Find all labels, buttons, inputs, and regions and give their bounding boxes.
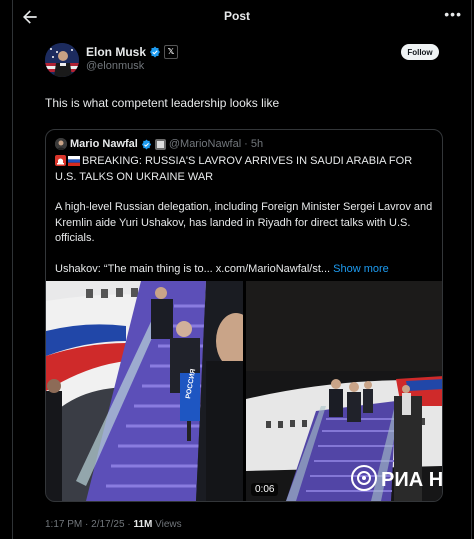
quoted-paragraph: A high-level Russian delegation, includi… xyxy=(55,201,433,244)
quoted-post-header: Mario Nawfal @MarioNawfal · 5h xyxy=(55,138,263,150)
author-handle[interactable]: @elonmusk xyxy=(86,60,144,72)
more-options-icon[interactable]: ••• xyxy=(444,6,462,22)
dot-separator: · xyxy=(85,519,89,530)
quoted-post-time: 5h xyxy=(250,138,264,150)
post-date[interactable]: 2/17/25 xyxy=(91,519,124,530)
quoted-headline: BREAKING: RUSSIA'S LAVROV ARRIVES IN SAU… xyxy=(55,155,413,183)
video-thumbnail-left[interactable]: РОССИЯ xyxy=(46,281,243,501)
author-row: Elon Musk 𝕏 xyxy=(86,45,179,59)
avatar[interactable] xyxy=(45,43,79,77)
russia-flag-icon xyxy=(68,156,80,166)
video-thumbnail-right[interactable]: РИА НО 0:06 xyxy=(246,281,443,501)
top-bar: Post ••• xyxy=(0,0,474,34)
quoted-post[interactable]: Mario Nawfal @MarioNawfal · 5h BREAKING:… xyxy=(45,129,443,502)
dot-separator: · xyxy=(244,138,248,150)
quoted-paragraph-truncated: Ushakov: “The main thing is to... x.com/… xyxy=(55,262,331,275)
verified-badge-icon[interactable] xyxy=(149,46,161,58)
views-count[interactable]: 11M xyxy=(133,519,152,530)
quoted-avatar xyxy=(55,138,67,150)
page-title: Post xyxy=(223,9,250,23)
affiliate-logo-icon xyxy=(154,138,166,150)
video-duration: 0:06 xyxy=(251,483,279,496)
quoted-author-handle: @MarioNawfal xyxy=(168,138,242,150)
author-name[interactable]: Elon Musk xyxy=(86,45,146,59)
quoted-post-text: BREAKING: RUSSIA'S LAVROV ARRIVES IN SAU… xyxy=(55,154,435,277)
verified-badge-icon xyxy=(141,138,151,150)
show-more-link[interactable]: Show more xyxy=(333,263,389,275)
quoted-author-name: Mario Nawfal xyxy=(70,138,138,150)
post-meta: 1:17 PM · 2/17/25 · 11M Views xyxy=(45,519,182,530)
views-label: Views xyxy=(155,519,182,530)
affiliate-badge-icon[interactable]: 𝕏 xyxy=(164,45,179,59)
post-text: This is what competent leadership looks … xyxy=(45,96,280,110)
post-time[interactable]: 1:17 PM xyxy=(45,519,82,530)
media-grid: РОССИЯ РИА Н 0:06 xyxy=(46,281,443,501)
siren-emoji-icon xyxy=(55,155,66,166)
dot-separator: · xyxy=(127,519,131,530)
follow-button[interactable]: Follow xyxy=(401,44,439,60)
watermark-text: РИА НО xyxy=(381,469,443,491)
